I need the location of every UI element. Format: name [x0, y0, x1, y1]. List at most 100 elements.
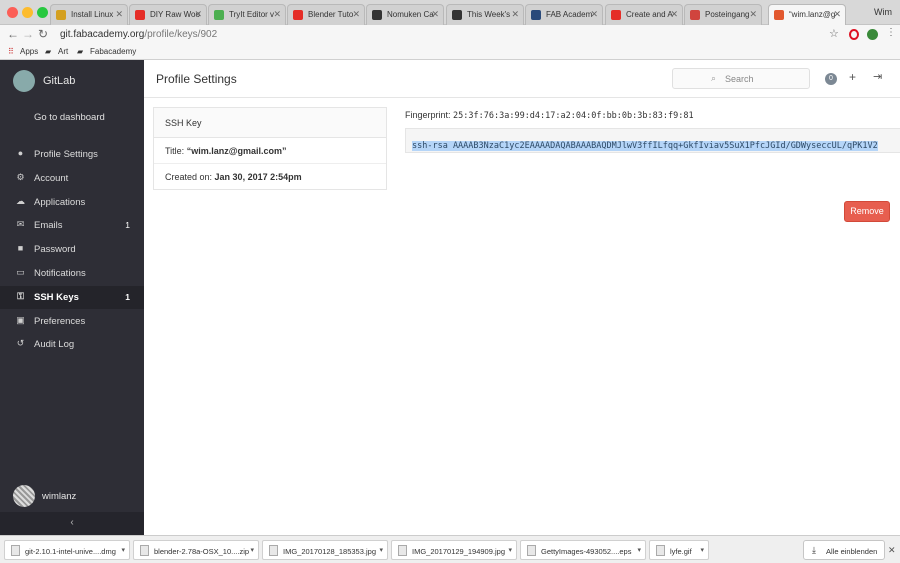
close-tab-icon[interactable]: ✕ [511, 9, 519, 20]
tab-favicon-icon [214, 10, 224, 20]
sidebar-item-profile-settings[interactable]: ● Profile Settings [0, 143, 144, 166]
sidebar-item-ssh-keys[interactable]: ⚿ SSH Keys 1 [0, 285, 144, 309]
maximize-window-button[interactable] [37, 7, 48, 18]
bookmark-star-icon[interactable]: ☆ [829, 27, 839, 40]
chevron-down-icon[interactable]: ▾ [637, 546, 641, 554]
download-item[interactable]: IMG_20170128_185353.jpg ▾ [262, 540, 388, 560]
go-to-dashboard-link[interactable]: Go to dashboard [34, 112, 105, 123]
tab-favicon-icon [293, 10, 303, 20]
browser-tab[interactable]: FAB Academ ✕ [525, 4, 603, 25]
apps-grid-icon[interactable]: ⠿ [8, 47, 14, 56]
sidebar-item-audit-log[interactable]: ↺ Audit Log [0, 333, 144, 356]
browser-profile-name[interactable]: Wim [874, 7, 892, 17]
gitlab-logo-icon [13, 70, 35, 92]
image-icon: ▣ [16, 314, 25, 325]
bookmark-apps[interactable]: Apps [20, 47, 38, 56]
ssh-key-panel: SSH Key Title: “wim.lanz@gmail.com” Crea… [153, 107, 387, 190]
browser-tab[interactable]: “wim.lanz@g ✕ [768, 4, 846, 26]
minimize-window-button[interactable] [22, 7, 33, 18]
browser-tab[interactable]: Nomuken Ca ✕ [366, 4, 444, 25]
chevron-down-icon[interactable]: ▾ [121, 546, 125, 554]
browser-tab[interactable]: Blender Tuto ✕ [287, 4, 365, 25]
bookmark-art[interactable]: Art [58, 47, 68, 56]
browser-tab[interactable]: TryIt Editor v ✕ [208, 4, 286, 25]
sidebar-item-label: Applications [34, 196, 86, 208]
back-icon[interactable]: ← [7, 27, 19, 41]
url-field[interactable]: git.fabacademy.org/profile/keys/902 [60, 29, 217, 40]
ssh-key-text-box[interactable]: ssh-rsa AAAAB3NzaC1yc2EAAAADAQABAAABAQDM… [405, 128, 900, 153]
tab-favicon-icon [372, 10, 382, 20]
forward-icon[interactable]: → [22, 27, 34, 41]
sidebar-item-password[interactable]: ■ Password [0, 238, 144, 261]
chevron-down-icon[interactable]: ▾ [379, 546, 383, 554]
opera-extension-icon[interactable] [849, 29, 859, 40]
sidebar-item-account[interactable]: ⚙ Account [0, 167, 144, 190]
plus-icon[interactable]: + [849, 70, 856, 84]
tab-favicon-icon [611, 10, 621, 20]
download-item[interactable]: GettyImages-493052....eps ▾ [520, 540, 646, 560]
globe-extension-icon[interactable] [867, 29, 878, 40]
count-badge: 1 [125, 291, 130, 302]
file-icon [527, 545, 536, 556]
browser-tab[interactable]: Install Linux ✕ [50, 4, 128, 25]
sidebar-item-label: Notifications [34, 268, 86, 279]
fingerprint: Fingerprint: 25:3f:76:3a:99:d4:17:a2:04:… [405, 110, 694, 121]
page-header: Profile Settings ⌕ Search 0 + ⇥ [144, 60, 900, 98]
close-tab-icon[interactable]: ✕ [670, 9, 678, 20]
browser-menu-icon[interactable]: ⋮ [886, 27, 896, 38]
gitlab-brand[interactable]: GitLab [13, 69, 75, 93]
bookmarks-bar: ⠿ Apps ▰ Art ▰ Fabacademy [0, 45, 900, 60]
close-window-button[interactable] [7, 7, 18, 18]
brand-name: GitLab [43, 75, 76, 87]
sidebar-item-label: Password [34, 244, 76, 256]
current-user[interactable]: wimlanz [13, 485, 76, 507]
close-tab-icon[interactable]: ✕ [273, 9, 281, 20]
close-tab-icon[interactable]: ✕ [590, 9, 598, 20]
download-item[interactable]: blender-2.78a-OSX_10....zip ▾ [133, 540, 259, 560]
todos-count-badge[interactable]: 0 [825, 73, 837, 85]
close-tab-icon[interactable]: ✕ [352, 9, 360, 20]
sidebar-item-emails[interactable]: ✉ Emails 1 [0, 214, 144, 237]
download-item[interactable]: IMG_20170129_194909.jpg ▾ [391, 540, 517, 560]
tab-favicon-icon [531, 10, 541, 20]
browser-tab[interactable]: This Week's ✕ [446, 4, 524, 25]
inbox-icon: ▭ [16, 267, 25, 277]
search-icon: ⌕ [711, 73, 717, 83]
sidebar-item-applications[interactable]: ☁ Applications [0, 191, 144, 214]
browser-tab[interactable]: Create and A ✕ [605, 4, 683, 25]
sidebar-item-label: SSH Keys [34, 291, 79, 303]
chevron-down-icon[interactable]: ▾ [700, 546, 704, 554]
download-filename: lyfe.gif [670, 547, 692, 556]
page-title: Profile Settings [156, 72, 237, 86]
close-tab-icon[interactable]: ✕ [749, 9, 757, 20]
bookmark-fabacademy[interactable]: Fabacademy [90, 47, 136, 56]
browser-tab[interactable]: DIY Raw Woo ✕ [129, 4, 207, 25]
collapse-sidebar-button[interactable]: ‹ [0, 512, 144, 535]
close-icon[interactable]: ✕ [888, 545, 896, 556]
close-tab-icon[interactable]: ✕ [431, 9, 439, 20]
sign-out-icon[interactable]: ⇥ [873, 70, 882, 83]
search-input[interactable]: ⌕ Search [672, 68, 810, 89]
reload-icon[interactable]: ↻ [38, 27, 48, 41]
chevron-down-icon[interactable]: ▾ [508, 546, 512, 554]
created-value: Jan 30, 2017 2:54pm [214, 172, 302, 182]
remove-button[interactable]: Remove [844, 201, 890, 222]
close-tab-icon[interactable]: ✕ [833, 9, 841, 20]
download-filename: GettyImages-493052....eps [541, 547, 632, 556]
download-item[interactable]: lyfe.gif ▾ [649, 540, 709, 560]
browser-tab[interactable]: Posteingang ✕ [684, 4, 762, 25]
ssh-key-value[interactable]: ssh-rsa AAAAB3NzaC1yc2EAAAADAQABAAABAQDM… [412, 141, 878, 151]
sidebar-item-preferences[interactable]: ▣ Preferences [0, 310, 144, 333]
close-tab-icon[interactable]: ✕ [194, 9, 202, 20]
key-title-value: “wim.lanz@gmail.com” [186, 146, 287, 156]
count-badge: 1 [125, 220, 130, 231]
sidebar-item-notifications[interactable]: ▭ Notifications [0, 262, 144, 285]
close-tab-icon[interactable]: ✕ [115, 9, 123, 20]
folder-icon: ▰ [45, 47, 52, 56]
show-all-downloads-button[interactable]: ⤓ Alle einblenden [803, 540, 885, 560]
chevron-down-icon[interactable]: ▾ [250, 546, 254, 554]
lock-icon: ■ [17, 243, 24, 254]
download-filename: IMG_20170129_194909.jpg [412, 547, 505, 556]
download-item[interactable]: git-2.10.1-intel-unive....dmg ▾ [4, 540, 130, 560]
username: wimlanz [42, 490, 77, 502]
